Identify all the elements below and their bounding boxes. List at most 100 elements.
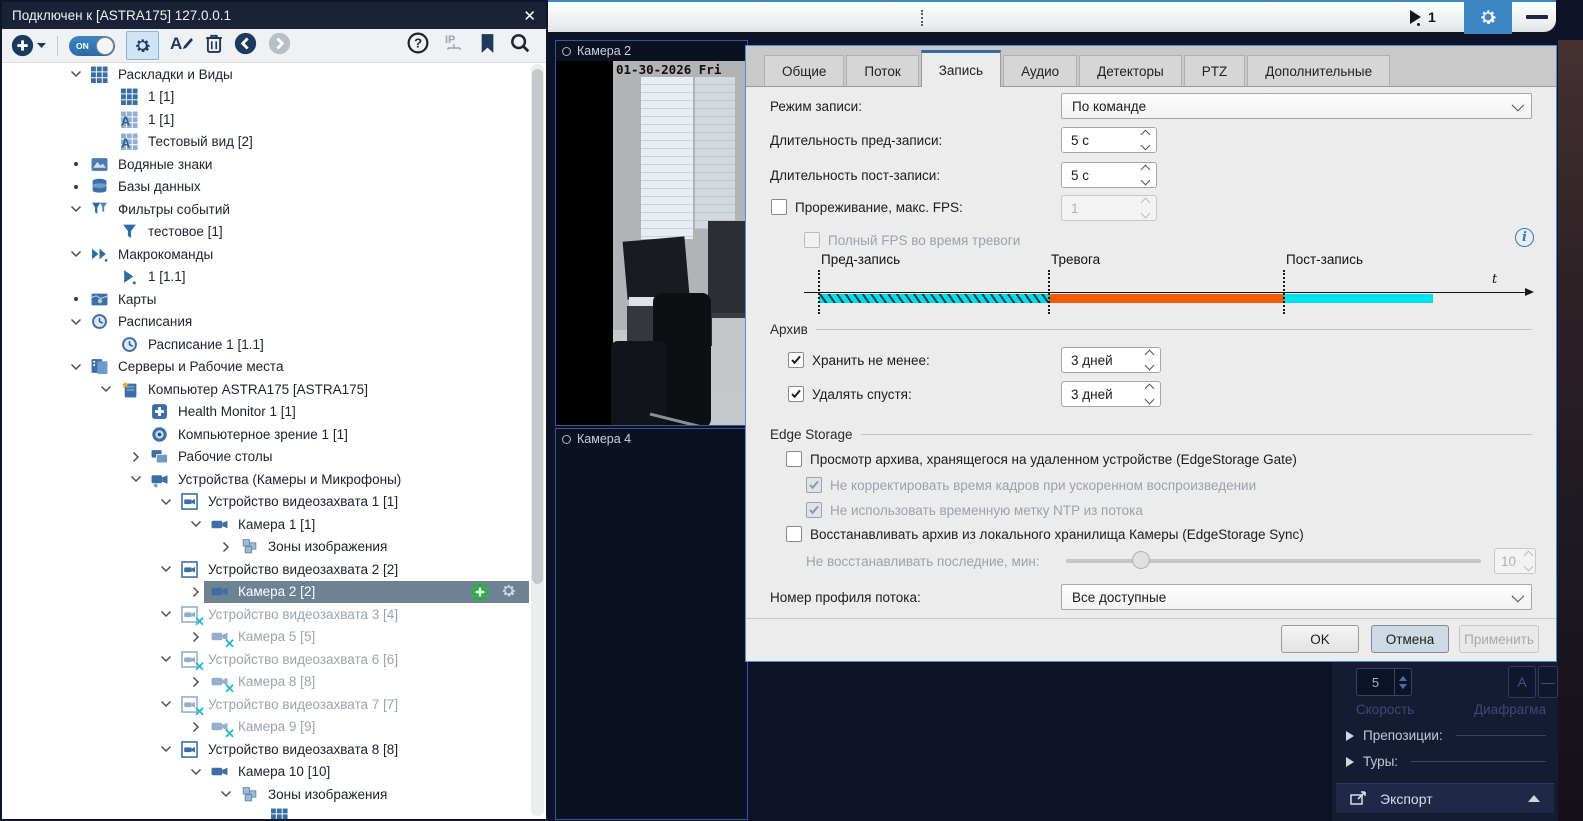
tree-item-body[interactable]: Рабочие столы bbox=[144, 446, 529, 469]
expander-icon[interactable] bbox=[128, 426, 144, 442]
stepper-arrows[interactable] bbox=[1138, 351, 1160, 369]
edge-sync-checkbox-row[interactable]: Восстанавливать архив из локального хран… bbox=[786, 525, 1304, 543]
expander-icon[interactable] bbox=[98, 224, 114, 240]
down-arrow-icon[interactable] bbox=[1140, 141, 1150, 151]
tours-expander[interactable]: Туры: bbox=[1346, 754, 1546, 769]
settings-button[interactable] bbox=[1464, 0, 1512, 34]
post-record-stepper[interactable]: 5 с bbox=[1061, 162, 1157, 188]
checkbox-unchecked[interactable] bbox=[786, 526, 802, 542]
delete-button[interactable] bbox=[205, 33, 223, 58]
tree-item[interactable]: ✕Камера 8 [8] bbox=[2, 671, 529, 694]
search-button[interactable] bbox=[509, 32, 531, 59]
tree-item-body[interactable]: Компьютер ASTRA175 [ASTRA175] bbox=[114, 378, 529, 401]
ok-button[interactable]: OK bbox=[1281, 625, 1359, 653]
expander-icon[interactable] bbox=[98, 89, 114, 105]
checkbox-unchecked[interactable] bbox=[786, 451, 802, 467]
tree-item-body[interactable]: ✕Устройство видеозахвата 7 [7] bbox=[174, 693, 529, 716]
keep-min-stepper[interactable]: 3 дней bbox=[1061, 347, 1161, 373]
tree-item[interactable]: ✕Камера 5 [5] bbox=[2, 626, 529, 649]
help-button[interactable]: ? bbox=[407, 32, 429, 59]
tree-item[interactable]: Серверы и Рабочие места bbox=[2, 356, 529, 379]
expander-icon[interactable] bbox=[98, 269, 114, 285]
expander-icon[interactable] bbox=[68, 314, 84, 330]
tree-item-body[interactable]: Устройство видеозахвата 1 [1] bbox=[174, 491, 529, 514]
tree-item-body[interactable]: Водяные знаки bbox=[84, 153, 529, 176]
tree-item[interactable]: ✕Устройство видеозахвата 7 [7] bbox=[2, 693, 529, 716]
expander-icon[interactable] bbox=[188, 674, 204, 690]
tree-item[interactable]: Камера 10 [10] bbox=[2, 761, 529, 784]
tree-item[interactable]: Раскладки и Виды bbox=[2, 63, 529, 86]
down-arrow-icon[interactable] bbox=[1399, 684, 1407, 689]
tree-item[interactable]: Расписание 1 [1.1] bbox=[2, 333, 529, 356]
tree-item[interactable]: AТестовый вид [2] bbox=[2, 131, 529, 154]
tree-item-body[interactable]: Фильтры событий bbox=[84, 198, 529, 221]
expander-icon[interactable] bbox=[248, 809, 264, 819]
tree-item-body[interactable]: Компьютерное зрение 1 [1] bbox=[144, 423, 529, 446]
delete-after-checkbox-row[interactable]: Удалять спустя: bbox=[788, 385, 912, 403]
tree-item-body[interactable]: Зоны изображения bbox=[234, 783, 529, 806]
expander-icon[interactable] bbox=[98, 336, 114, 352]
tab-detectors[interactable]: Детекторы bbox=[1079, 55, 1182, 86]
tree-item-body[interactable]: ✕Камера 5 [5] bbox=[204, 626, 529, 649]
expander-icon[interactable] bbox=[98, 111, 114, 127]
up-arrow-icon[interactable] bbox=[1140, 130, 1150, 140]
tab-ptz[interactable]: PTZ bbox=[1184, 55, 1246, 86]
tree-item[interactable]: тестовое [1] bbox=[2, 221, 529, 244]
minimize-icon[interactable] bbox=[1526, 15, 1548, 19]
tab-stream[interactable]: Поток bbox=[846, 55, 918, 86]
tree-item-body[interactable]: Камера 2 [2] bbox=[204, 581, 529, 604]
cancel-button[interactable]: Отмена bbox=[1371, 625, 1449, 653]
tree-item[interactable]: Камера 1 [1] bbox=[2, 513, 529, 536]
stepper-arrows[interactable] bbox=[1138, 385, 1160, 403]
checkbox-unchecked[interactable] bbox=[771, 199, 787, 215]
tree-item[interactable]: Базы данных bbox=[2, 176, 529, 199]
expander-icon[interactable] bbox=[158, 606, 174, 622]
tree-item-body[interactable]: Расписание 1 [1.1] bbox=[114, 333, 529, 356]
keep-min-checkbox-row[interactable]: Хранить не менее: bbox=[788, 351, 930, 369]
close-icon[interactable]: ✕ bbox=[523, 7, 536, 25]
expander-icon[interactable] bbox=[68, 359, 84, 375]
toggle-knob[interactable] bbox=[96, 37, 114, 55]
ptz-speed-stepper[interactable]: 5 bbox=[1356, 668, 1412, 696]
tree-item-body[interactable]: Health Monitor 1 [1] bbox=[144, 401, 529, 424]
pre-record-stepper[interactable]: 5 с bbox=[1061, 127, 1157, 153]
tree-item-body[interactable]: Раскладки и Виды bbox=[84, 63, 529, 86]
tree-item-body[interactable]: AТестовый вид [2] bbox=[114, 131, 529, 154]
checkbox-checked[interactable] bbox=[788, 352, 804, 368]
tree-item-body[interactable]: Базы данных bbox=[84, 176, 529, 199]
stream-profile-select[interactable]: Все доступные bbox=[1061, 584, 1532, 610]
tree-item[interactable]: Зоны изображения bbox=[2, 536, 529, 559]
expander-icon[interactable] bbox=[128, 404, 144, 420]
tree-item-body[interactable]: Серверы и Рабочие места bbox=[84, 356, 529, 379]
rename-button[interactable]: A bbox=[170, 33, 194, 58]
tree-item[interactable]: A1 [1] bbox=[2, 108, 529, 131]
drag-handle-icon[interactable] bbox=[921, 10, 923, 26]
expander-icon[interactable] bbox=[68, 246, 84, 262]
expander-icon[interactable] bbox=[158, 651, 174, 667]
tree-item-body[interactable]: ✕Камера 8 [8] bbox=[204, 671, 529, 694]
expander-icon[interactable] bbox=[158, 741, 174, 757]
tree-item[interactable]: Компьютерное зрение 1 [1] bbox=[2, 423, 529, 446]
collapse-up-icon[interactable] bbox=[1528, 795, 1540, 802]
presets-expander[interactable]: Препозиции: bbox=[1346, 728, 1546, 743]
expander-icon[interactable] bbox=[158, 494, 174, 510]
tree-item[interactable]: Макрокоманды bbox=[2, 243, 529, 266]
record-mode-select[interactable]: По команде bbox=[1061, 93, 1532, 119]
stepper-arrows[interactable] bbox=[1394, 669, 1411, 695]
playback-counter[interactable]: 1 bbox=[1410, 9, 1436, 25]
tree-item[interactable]: Устройство видеозахвата 2 [2] bbox=[2, 558, 529, 581]
iris-auto-button[interactable]: А bbox=[1508, 666, 1536, 698]
tree-item-body[interactable]: Камера 1 [1] bbox=[204, 513, 529, 536]
tree-item-body[interactable]: 1 [1] bbox=[114, 86, 529, 109]
edge-gate-checkbox-row[interactable]: Просмотр архива, хранящегося на удаленно… bbox=[786, 450, 1297, 468]
tree-scrollbar[interactable] bbox=[531, 64, 544, 816]
expander-icon[interactable] bbox=[218, 539, 234, 555]
tree-item[interactable]: Водяные знаки bbox=[2, 153, 529, 176]
expander-icon[interactable] bbox=[188, 584, 204, 600]
down-arrow-icon[interactable] bbox=[1144, 395, 1154, 405]
expander-icon[interactable] bbox=[98, 134, 114, 150]
tree-item-body[interactable]: Устройство видеозахвата 2 [2] bbox=[174, 558, 529, 581]
tree-item[interactable]: ✕Устройство видеозахвата 3 [4] bbox=[2, 603, 529, 626]
stepper-arrows[interactable] bbox=[1134, 131, 1156, 149]
tab-record[interactable]: Запись bbox=[921, 50, 1001, 87]
